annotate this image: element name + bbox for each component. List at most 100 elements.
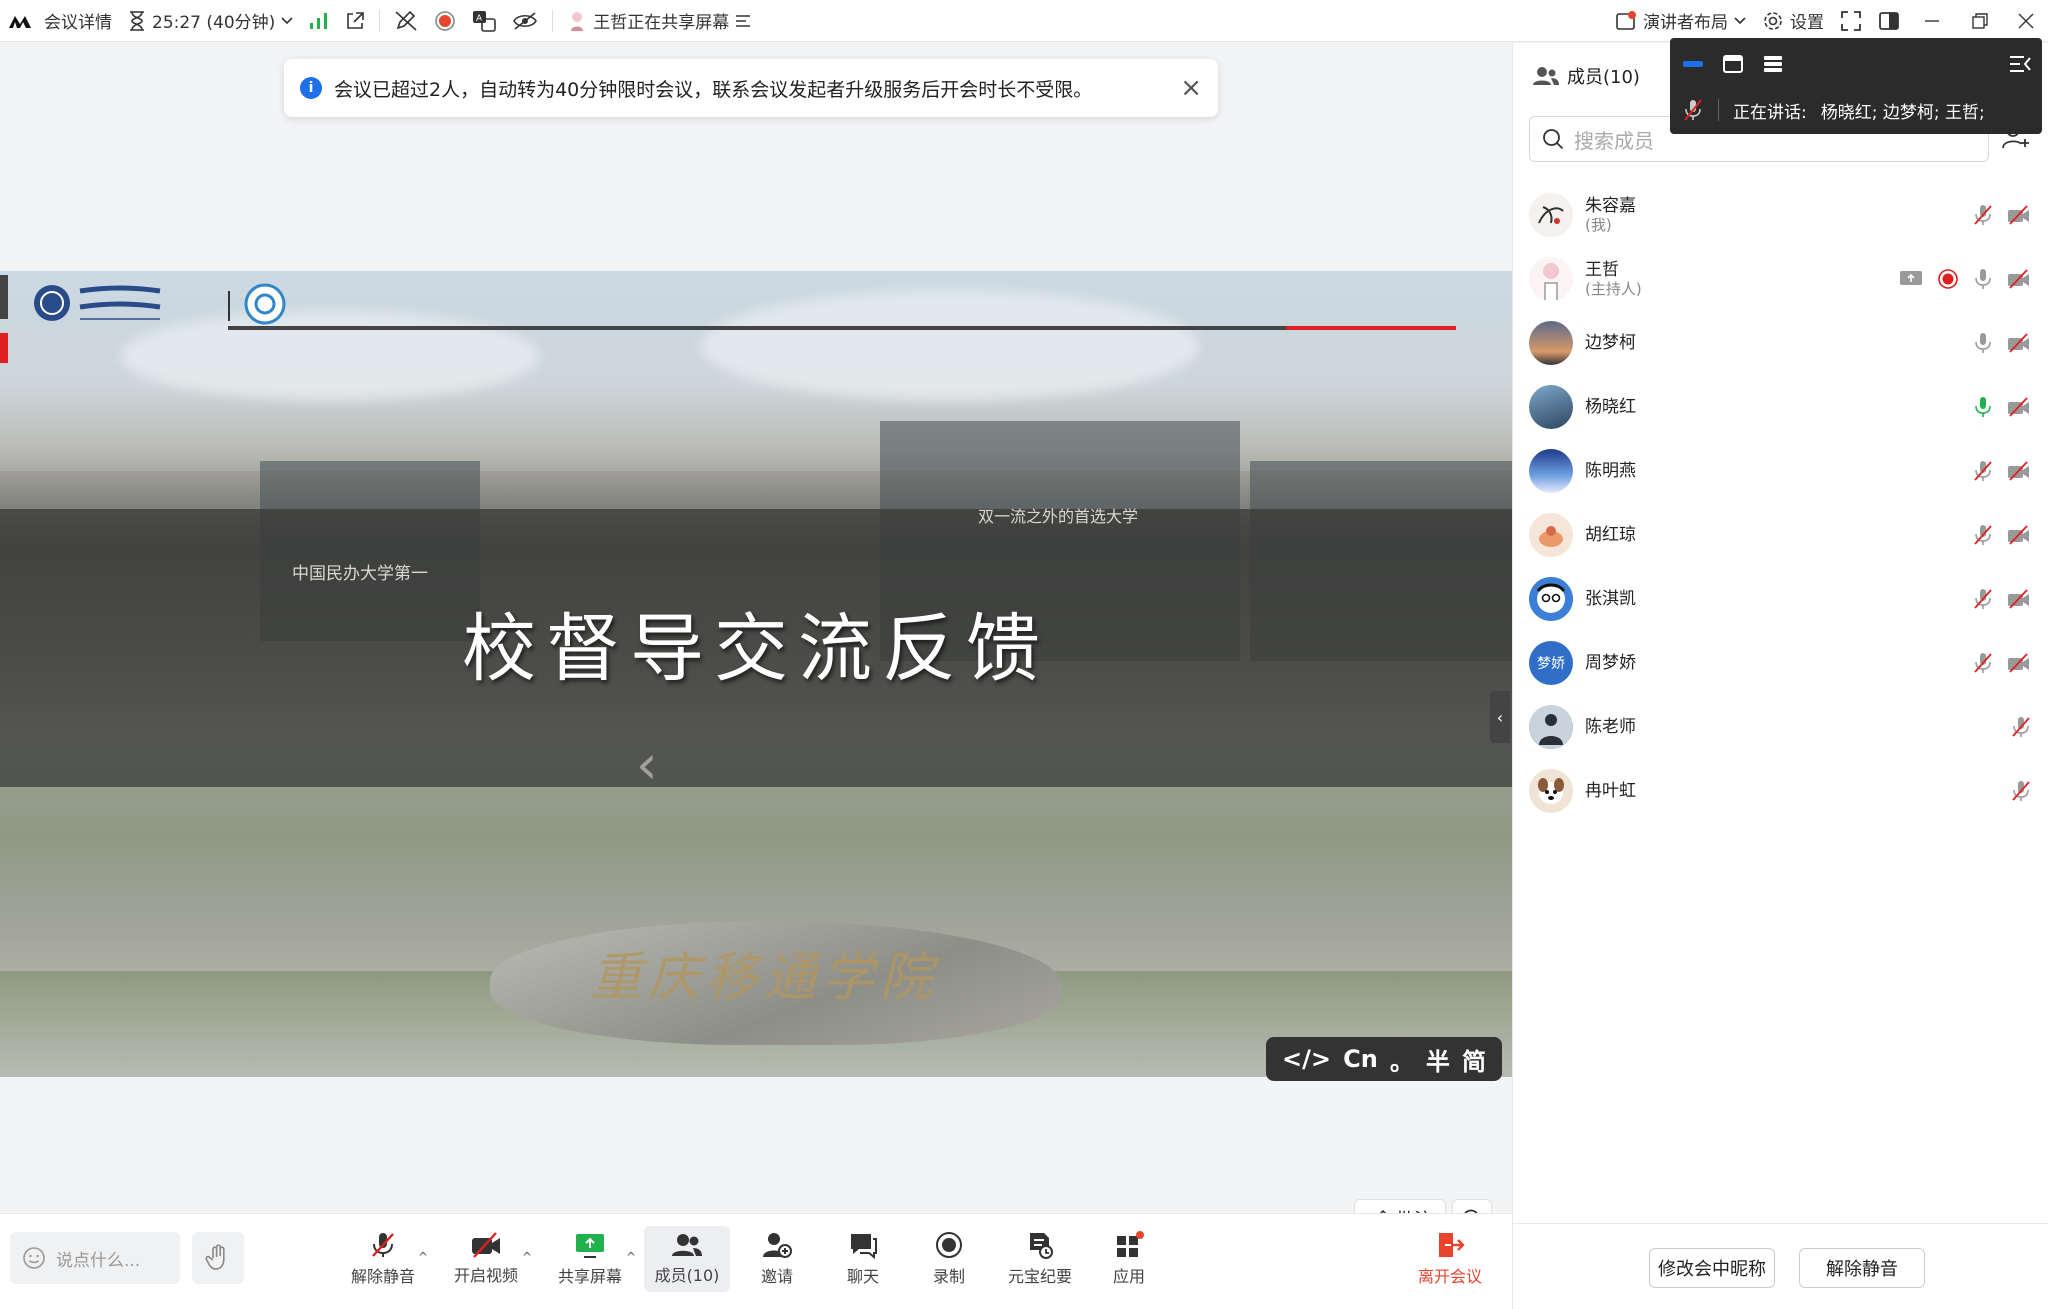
share-screen-button[interactable]: 共享屏幕	[550, 1226, 630, 1292]
chevron-down-icon	[1734, 16, 1746, 25]
quick-chat-input[interactable]: 说点什么...	[10, 1232, 180, 1284]
mic-muted-icon[interactable]	[1973, 652, 1993, 674]
members-button[interactable]: 成员(10)	[644, 1226, 730, 1292]
close-window-button[interactable]	[2004, 0, 2048, 42]
record-indicator[interactable]	[426, 0, 464, 42]
video-caret-icon[interactable]: ^	[522, 1250, 532, 1264]
leave-meeting-button[interactable]: 离开会议	[1410, 1226, 1490, 1292]
camera-off-icon[interactable]	[2007, 397, 2031, 417]
collapse-sidebar-tab[interactable]: ‹	[1490, 691, 1510, 743]
invite-button[interactable]: 邀请	[746, 1226, 808, 1292]
camera-off-icon[interactable]	[2007, 269, 2031, 289]
unmute-all-button[interactable]: 解除静音	[1799, 1248, 1925, 1288]
record-button[interactable]: 录制	[918, 1226, 980, 1292]
fullscreen-button[interactable]	[1832, 0, 1870, 42]
mic-muted-icon[interactable]	[1973, 460, 1993, 482]
slide-prev-arrow-icon[interactable]: ‹	[636, 733, 658, 796]
rename-button[interactable]: 修改会中昵称	[1649, 1248, 1775, 1288]
mic-speaking-icon[interactable]	[1973, 396, 1993, 418]
member-row[interactable]: 冉叶虹	[1529, 761, 2037, 821]
chat-label: 聊天	[846, 1267, 879, 1286]
apps-button[interactable]: 应用	[1098, 1226, 1160, 1292]
layout-button[interactable]: 演讲者布局	[1607, 0, 1754, 42]
slide-stone-inscription: 重庆移通学院	[590, 948, 939, 1008]
mic-icon[interactable]	[1973, 268, 1993, 290]
member-row[interactable]: 梦娇 周梦娇	[1529, 633, 2037, 693]
ime-script-toggle[interactable]: 简	[1462, 1042, 1486, 1077]
mic-muted-icon[interactable]	[2011, 780, 2031, 802]
floating-speaker-panel[interactable]: 正在讲话: 杨晓红; 边梦柯; 王哲;	[1670, 38, 2042, 134]
mic-muted-icon[interactable]	[1973, 524, 1993, 546]
unmute-label: 解除静音	[350, 1267, 415, 1286]
member-name: 王哲	[1585, 259, 1619, 280]
ime-width-toggle[interactable]: 半	[1426, 1042, 1450, 1077]
recording-icon[interactable]	[1937, 268, 1959, 290]
meeting-details-button[interactable]: 会议详情	[0, 0, 120, 42]
member-row[interactable]: 胡红琼	[1529, 505, 2037, 565]
mic-muted-icon[interactable]	[2011, 716, 2031, 738]
member-row[interactable]: 张淇凯	[1529, 569, 2037, 629]
ime-code-toggle[interactable]: </>	[1282, 1045, 1331, 1073]
ime-language-toggle[interactable]: Cn	[1343, 1045, 1378, 1073]
ai-summary-label: 元宝纪要	[1007, 1267, 1072, 1286]
speaking-names: 杨晓红; 边梦柯; 王哲;	[1820, 102, 1985, 123]
unmute-button[interactable]: 解除静音	[344, 1226, 422, 1292]
ime-punctuation-toggle[interactable]: 。	[1390, 1042, 1414, 1077]
raise-hand-button[interactable]	[192, 1232, 244, 1284]
pen-disabled-icon	[394, 10, 418, 32]
member-row[interactable]: 陈老师	[1529, 697, 2037, 757]
member-row[interactable]: 陈明燕	[1529, 441, 2037, 501]
avatar: 梦娇	[1529, 641, 1573, 685]
camera-off-icon[interactable]	[2007, 589, 2031, 609]
ime-status-bar[interactable]: </> Cn 。 半 简	[1266, 1037, 1502, 1081]
member-row[interactable]: 朱容嘉 (我)	[1529, 185, 2037, 245]
camera-off-icon[interactable]	[2007, 461, 2031, 481]
mic-muted-icon[interactable]	[1973, 588, 1993, 610]
unmute-caret-icon[interactable]: ^	[418, 1250, 428, 1264]
hide-button[interactable]	[504, 0, 546, 42]
member-row[interactable]: 边梦柯	[1529, 313, 2037, 373]
minimize-button[interactable]	[1908, 0, 1956, 42]
screen-share-icon[interactable]	[1899, 269, 1923, 289]
member-name: 陈老师	[1585, 716, 1636, 737]
camera-off-icon[interactable]	[2007, 525, 2031, 545]
member-row[interactable]: 杨晓红	[1529, 377, 2037, 437]
settings-button[interactable]: 设置	[1754, 0, 1832, 42]
sharing-status[interactable]: 王哲正在共享屏幕	[559, 0, 759, 42]
mic-muted-icon[interactable]	[1682, 98, 1704, 122]
mic-muted-icon[interactable]	[1973, 204, 1993, 226]
mic-icon[interactable]	[1973, 332, 1993, 354]
share-caret-icon[interactable]: ^	[626, 1250, 636, 1264]
avatar	[1529, 705, 1573, 749]
translate-button[interactable]: A	[464, 0, 504, 42]
camera-off-icon[interactable]	[2007, 205, 2031, 225]
chat-button[interactable]: 聊天	[832, 1226, 894, 1292]
window-icon[interactable]	[1722, 54, 1744, 74]
camera-off-icon[interactable]	[2007, 333, 2031, 353]
zoom-button[interactable]	[1452, 1199, 1492, 1213]
record-label: 录制	[932, 1267, 965, 1286]
signal-button[interactable]	[301, 0, 337, 42]
member-row[interactable]: 王哲 (主持人)	[1529, 249, 2037, 309]
notice-close-icon[interactable]: ×	[1180, 73, 1202, 103]
slide-caption-left: 中国民办大学第一	[292, 564, 428, 584]
speaking-status: 正在讲话: 杨晓红; 边梦柯; 王哲;	[1682, 92, 2032, 128]
no-edit-button[interactable]	[386, 0, 426, 42]
time-limit-notice: i 会议已超过2人，自动转为40分钟限时会议，联系会议发起者升级服务后开会时长不…	[284, 59, 1218, 117]
invite-icon	[762, 1231, 792, 1259]
camera-off-icon[interactable]	[2007, 653, 2031, 673]
share-screen-label: 共享屏幕	[557, 1267, 622, 1286]
start-video-button[interactable]: 开启视频	[446, 1226, 526, 1292]
popout-button[interactable]	[337, 0, 373, 42]
list-view-icon[interactable]	[1762, 54, 1784, 74]
sidebar-toggle-button[interactable]	[1870, 0, 1908, 42]
meeting-timer[interactable]: 25:27 (40分钟)	[120, 0, 301, 42]
ai-summary-button[interactable]: 元宝纪要	[1000, 1226, 1080, 1292]
collapse-panel-icon[interactable]	[2008, 54, 2032, 74]
minimize-bar-icon[interactable]	[1682, 57, 1704, 71]
emblem-icon	[244, 283, 286, 330]
shared-screen-slide[interactable]: 中国民办大学第一 双一流之外的首选大学 校督导交流反馈 重庆移通学院 ‹	[0, 271, 1512, 1077]
mic-muted-icon	[369, 1231, 397, 1259]
annotate-button[interactable]: 批注	[1354, 1199, 1446, 1213]
restore-button[interactable]	[1956, 0, 2004, 42]
